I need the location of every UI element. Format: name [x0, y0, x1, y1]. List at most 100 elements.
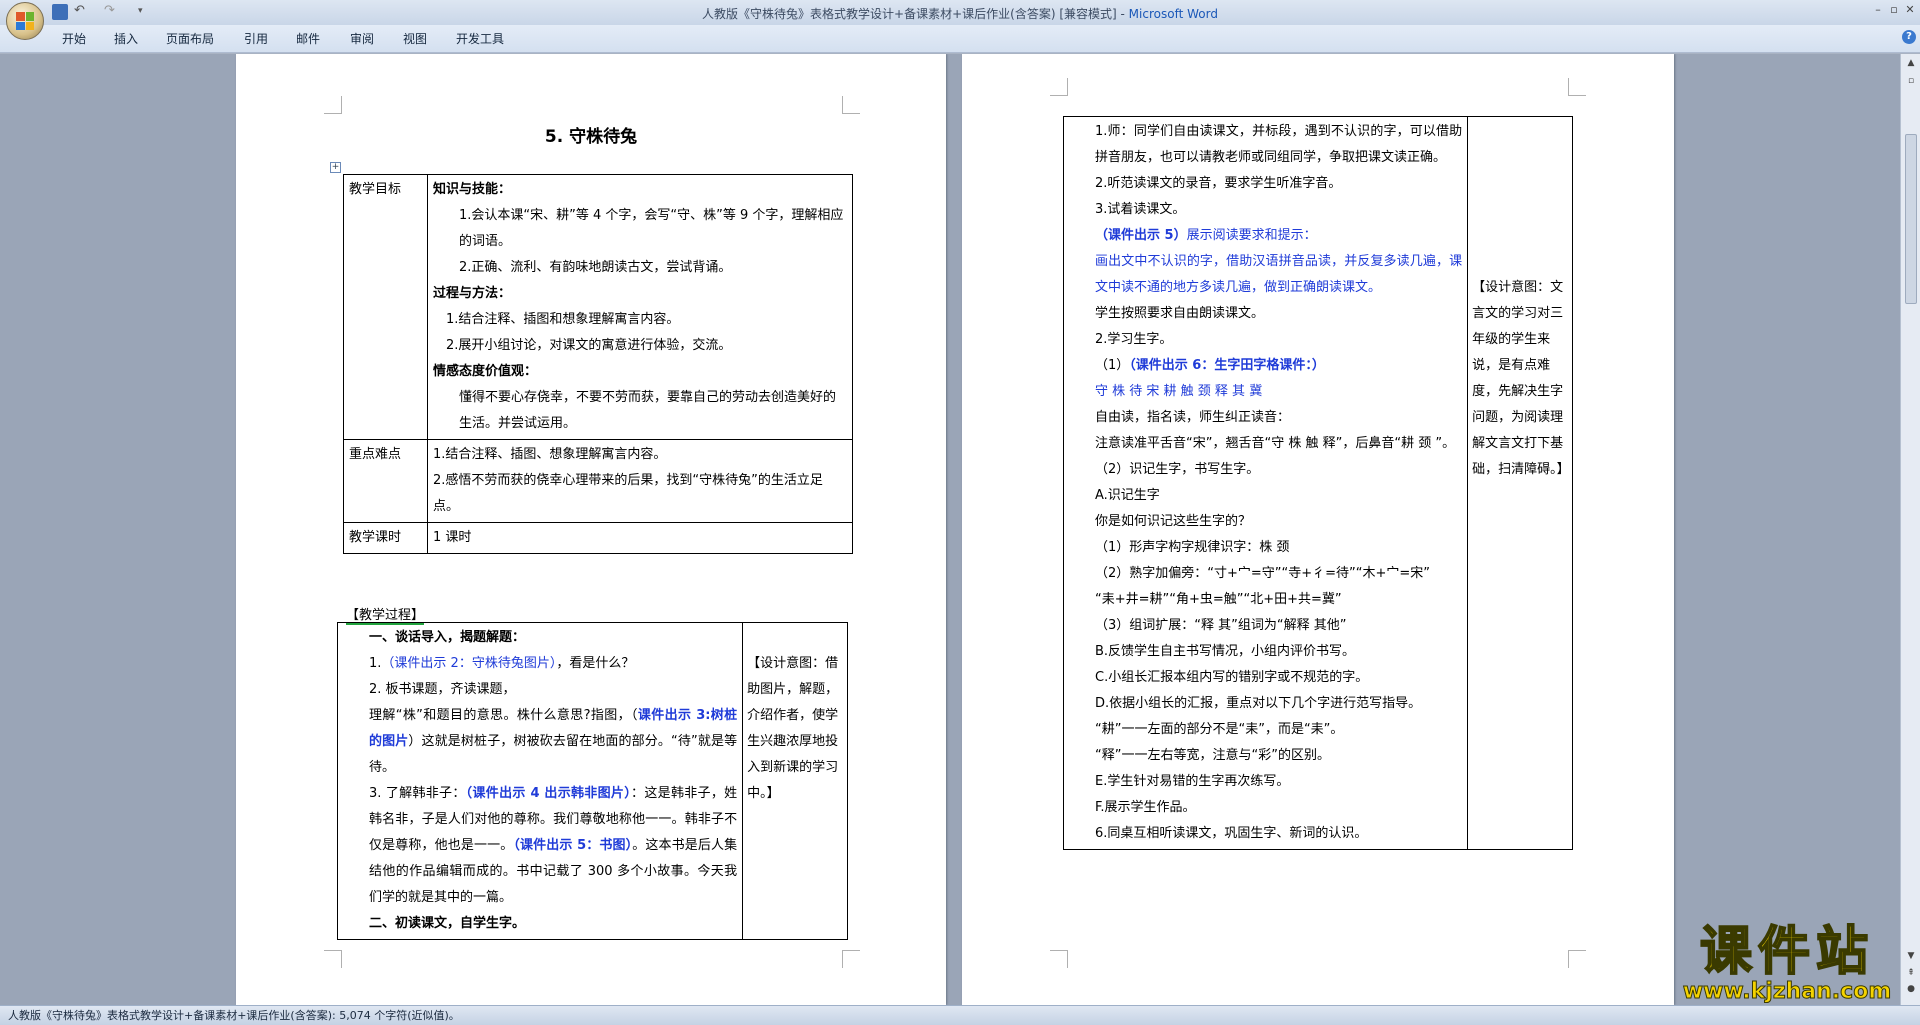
table-row: 一、谈话导入，揭题解题： 1.（课件出示 2：守株待兔图片），看是什么？ 2. 板书…: [336, 622, 848, 940]
paragraph-line: 2.学习生字。: [1069, 327, 1462, 353]
minimize-icon[interactable]: –: [1870, 3, 1886, 17]
process-main-cell: 一、谈话导入，揭题解题： 1.（课件出示 2：守株待兔图片），看是什么？ 2. 板书…: [336, 622, 744, 940]
text-run: F.展示学生作品。: [1095, 800, 1196, 815]
objective-line: 2.展开小组讨论，对课文的寓意进行体验，交流。: [446, 338, 732, 353]
paragraph-line: 学生按照要求自由朗读课文。: [1069, 301, 1462, 327]
paragraph-line: 自由读，指名读，师生纠正读音：: [1069, 405, 1462, 431]
tab-references[interactable]: 引用: [244, 30, 268, 47]
text-run: 3.试着读课文。: [1095, 202, 1186, 217]
design-intent-text: 【设计意图：文言文的学习对三年级的学生来说，是有点难度，先解决生字问题，为阅读理…: [1472, 280, 1570, 477]
objective-line: 懂得不要心存侥幸，不要不劳而获，要靠自己的劳动去创造美好的生活。并尝试运用。: [459, 390, 837, 431]
process-main-cell: 1.师：同学们自由读课文，并标段，遇到不认识的字，可以借助拼音朋友，也可以请教老…: [1062, 116, 1469, 850]
page-2: 1.师：同学们自由读课文，并标段，遇到不认识的字，可以借助拼音朋友，也可以请教老…: [962, 54, 1674, 1005]
paragraph-line: （2）熟字加偏旁：“寸+宀=守”“寺+彳=待”“木+宀=宋”: [1069, 561, 1462, 587]
tab-home[interactable]: 开始: [62, 30, 86, 47]
tab-review[interactable]: 审阅: [350, 30, 374, 47]
ribbon-tabs: 开始 插入 页面布局 引用 邮件 审阅 视图 开发工具 ?: [0, 25, 1920, 53]
objective-line: 过程与方法：: [433, 286, 512, 301]
document-title: 人教版《守株待兔》表格式教学设计+备课素材+课后作业(含答案) [兼容模式]: [702, 7, 1117, 21]
text-run: 守 株 待 宋 耕 触 颈 释 其 冀: [1095, 384, 1263, 399]
objectives-table: 教学目标 知识与技能： 1.会认本课“宋、耕”等 4 个字，会写“守、株”等 9…: [343, 174, 853, 554]
paragraph-line: C.小组长汇报本组内写的错别字或不规范的字。: [1069, 665, 1462, 691]
crop-mark: [1050, 950, 1068, 968]
tab-mailings[interactable]: 邮件: [296, 30, 320, 47]
help-icon[interactable]: ?: [1902, 30, 1916, 44]
close-icon[interactable]: ✕: [1902, 3, 1918, 17]
text-run: 2. 板书课题，齐读课题，: [369, 682, 516, 697]
paragraph-line: （2）识记生字，书写生字。: [1069, 457, 1462, 483]
class-hours-label: 教学课时: [343, 522, 428, 554]
text-run: 学生按照要求自由朗读课文。: [1095, 306, 1265, 321]
table-move-handle-icon[interactable]: +: [330, 162, 341, 173]
paragraph-line: F.展示学生作品。: [1069, 795, 1462, 821]
paragraph-line: 3. 了解韩非子：（课件出示 4 出示韩非图片）：这是韩非子，姓韩名非，子是人们…: [343, 781, 737, 911]
text-run: 1.: [369, 656, 382, 671]
text-run: “耕”一一左面的部分不是“耒”，而是“耒”。: [1095, 722, 1344, 737]
window-title: 人教版《守株待兔》表格式教学设计+备课素材+课后作业(含答案) [兼容模式] -…: [702, 7, 1218, 21]
paragraph-line: 画出文中不认识的字，借助汉语拼音品读，并反复多读几遍，课文中读不通的地方多读几遍…: [1069, 249, 1462, 301]
process-table-continued: 1.师：同学们自由读课文，并标段，遇到不认识的字，可以借助拼音朋友，也可以请教老…: [1062, 116, 1573, 850]
paragraph-line: （1）（课件出示 6：生字田字格课件：）: [1069, 353, 1462, 379]
text-run: B.反馈学生自主书写情况，小组内评价书写。: [1095, 644, 1356, 659]
objective-line: 1.结合注释、插图和想象理解寓言内容。: [446, 312, 680, 327]
maximize-icon[interactable]: ▫: [1886, 3, 1902, 17]
text-run: 2.听范读课文的录音，要求学生听准字音。: [1095, 176, 1342, 191]
text-run: 展示阅读要求和提示：: [1186, 228, 1317, 243]
tab-developer[interactable]: 开发工具: [456, 30, 504, 47]
text-run: “耒+井=耕”“角+虫=触”“北+田+共=冀”: [1095, 592, 1342, 607]
scroll-down-icon[interactable]: ▼: [1904, 949, 1918, 963]
paragraph-line: “释”一一左右等宽，注意与“彩”的区别。: [1069, 743, 1462, 769]
paragraph-line: 6.同桌互相听读课文，巩固生字、新词的认识。: [1069, 821, 1462, 847]
objectives-content: 知识与技能： 1.会认本课“宋、耕”等 4 个字，会写“守、株”等 9 个字，理…: [427, 174, 853, 440]
text-run: “释”一一左右等宽，注意与“彩”的区别。: [1095, 748, 1330, 763]
text-run: 一、谈话导入，揭题解题：: [369, 630, 526, 645]
crop-mark: [324, 950, 342, 968]
tab-page-layout[interactable]: 页面布局: [166, 30, 214, 47]
process-heading: 【教学过程】: [346, 604, 425, 625]
paragraph-line: B.反馈学生自主书写情况，小组内评价书写。: [1069, 639, 1462, 665]
select-browse-object-icon[interactable]: ●: [1904, 982, 1918, 996]
text-run: 画出文中不认识的字，借助汉语拼音品读，并反复多读几遍，课文中读不通的地方多读几遍…: [1095, 254, 1463, 295]
text-run: 3. 了解韩非子：: [369, 786, 466, 801]
paragraph-line: 理解“株”和题目的意思。株什么意思?指图，（课件出示 3:树桩的图片）这就是树桩…: [343, 703, 737, 781]
scrollbar-thumb[interactable]: [1905, 134, 1917, 304]
watermark-logo: 课件站 www.kjzhan.com: [1669, 922, 1905, 1008]
crop-mark: [1568, 78, 1586, 96]
paragraph-line: A.识记生字: [1069, 483, 1462, 509]
status-bar: 人教版《守株待兔》表格式教学设计+备课素材+课后作业(含答案): 5,074 个…: [0, 1005, 1920, 1025]
tab-view[interactable]: 视图: [403, 30, 427, 47]
objective-line: 情感态度价值观：: [433, 364, 538, 379]
title-bar: ↶ ↷ ▾ 人教版《守株待兔》表格式教学设计+备课素材+课后作业(含答案) [兼…: [0, 0, 1920, 40]
paragraph-line: 你是如何识记这些生字的？: [1069, 509, 1462, 535]
crop-mark: [1050, 78, 1068, 96]
previous-page-icon[interactable]: ⇞: [1904, 966, 1918, 980]
paragraph-line: 1.（课件出示 2：守株待兔图片），看是什么？: [343, 651, 737, 677]
ruler-toggle-icon[interactable]: ▫: [1904, 74, 1918, 88]
tab-insert[interactable]: 插入: [114, 30, 138, 47]
watermark-brand: 课件站: [1699, 922, 1874, 982]
design-intent-cell: 【设计意图：文言文的学习对三年级的学生来说，是有点难度，先解决生字问题，为阅读理…: [1467, 116, 1573, 850]
scroll-up-icon[interactable]: ▲: [1904, 56, 1918, 70]
paragraph-line: E.学生针对易错的生字再次练写。: [1069, 769, 1462, 795]
watermark-url: www.kjzhan.com: [1682, 979, 1892, 1004]
table-row: 教学课时 1 课时: [343, 522, 853, 554]
document-workspace: 5. 守株待兔 + 教学目标 知识与技能： 1.会认本课“宋、耕”等 4 个字，…: [0, 54, 1900, 1005]
objectives-label: 教学目标: [343, 174, 428, 440]
key-point-line: 2.感悟不劳而获的侥幸心理带来的后果，找到“守株待兔”的生活立足点。: [433, 473, 823, 514]
paragraph-line: D.依据小组长的汇报，重点对以下几个字进行范写指导。: [1069, 691, 1462, 717]
paragraph-line: 注意读准平舌音“宋”，翘舌音“守 株 触 释”，后鼻音“耕 颈 ”。: [1069, 431, 1462, 457]
crop-mark: [842, 950, 860, 968]
paragraph-line: “耒+井=耕”“角+虫=触”“北+田+共=冀”: [1069, 587, 1462, 613]
paragraph-line: 1.师：同学们自由读课文，并标段，遇到不认识的字，可以借助拼音朋友，也可以请教老…: [1069, 119, 1462, 171]
crop-mark: [324, 96, 342, 114]
class-hours-value: 1 课时: [427, 522, 853, 554]
vertical-scrollbar[interactable]: ▲ ▫ ▼ ⇞ ●: [1900, 54, 1920, 1005]
office-button[interactable]: [6, 2, 44, 40]
paragraph-line: 3.试着读课文。: [1069, 197, 1462, 223]
text-run: （课件出示 6：生字田字格课件：）: [1129, 358, 1325, 373]
process-table: 一、谈话导入，揭题解题： 1.（课件出示 2：守株待兔图片），看是什么？ 2. 板书…: [336, 622, 848, 940]
table-row: 重点难点 1.结合注释、插图、想象理解寓言内容。 2.感悟不劳而获的侥幸心理带来…: [343, 439, 853, 523]
paragraph-line: 2.听范读课文的录音，要求学生听准字音。: [1069, 171, 1462, 197]
design-intent-cell: 【设计意图：借助图片，解题，介绍作者，使学生兴趣浓厚地投入到新课的学习中。】: [742, 622, 848, 940]
objective-line: 1.会认本课“宋、耕”等 4 个字，会写“守、株”等 9 个字，理解相应的词语。: [459, 208, 844, 249]
